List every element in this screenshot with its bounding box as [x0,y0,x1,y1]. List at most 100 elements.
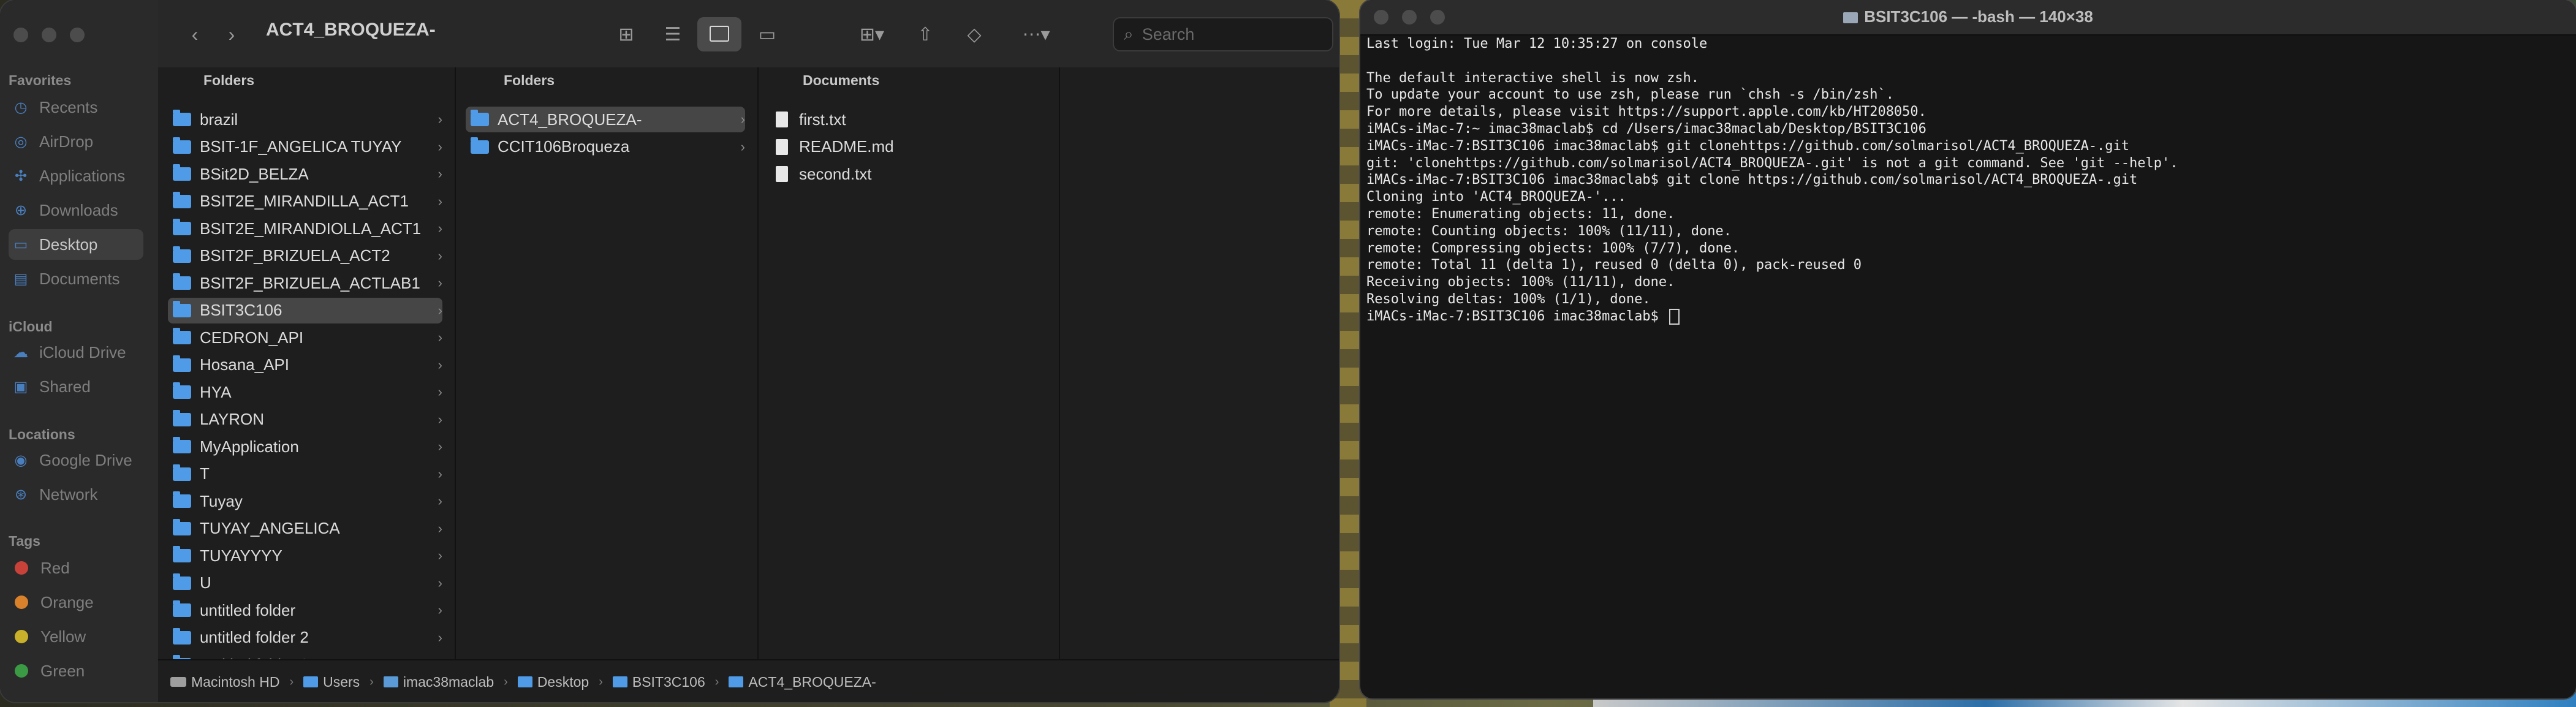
folder-row-hosana-api[interactable]: Hosana_API › [168,352,442,378]
sidebar-tag-yellow[interactable]: Yellow [9,621,143,652]
sidebar-tag-orange[interactable]: Orange [9,587,143,618]
folder-row-untitled-folder[interactable]: untitled folder › [168,597,442,623]
drive-icon: ◉ [14,452,28,469]
path-item-home[interactable]: imac38maclab [383,674,494,690]
documents-column: Documents first.txt README.md second.txt [759,67,1060,659]
folder-row-layron[interactable]: LAYRON › [168,407,442,433]
list-view-icon[interactable]: ☰ [659,21,686,48]
terminal-output[interactable]: Last login: Tue Mar 12 10:35:27 on conso… [1366,36,2570,325]
folder-row-tuyay[interactable]: Tuyay › [168,488,442,514]
folder-row-tuyayyyy[interactable]: TUYAYYYY › [168,543,442,569]
folder-row-act4-broqueza[interactable]: ACT4_BROQUEZA- › [466,107,745,132]
sidebar-item-network[interactable]: ⊛ Network [9,479,143,510]
folder-row-bsit2e-mirandiolla-act1[interactable]: BSIT2E_MIRANDIOLLA_ACT1 › [168,216,442,241]
column-view-button[interactable] [697,17,741,51]
folder-row-ccit106broqueza[interactable]: CCIT106Broqueza › [466,134,745,160]
orange-tag-icon [15,595,28,609]
file-row-first-txt[interactable]: first.txt [768,107,1047,132]
sidebar-tag-red[interactable]: Red [9,553,143,583]
folder-icon [173,600,191,617]
clock-icon: ◷ [14,99,28,116]
folder-row-tuyay-angelica[interactable]: TUYAY_ANGELICA › [168,516,442,542]
column-header: Documents [803,72,880,88]
document-icon [776,138,788,155]
more-actions-icon[interactable]: ⋯▾ [1015,21,1058,48]
chevron-right-icon: › [438,138,442,154]
forward-icon[interactable]: › [219,21,244,48]
back-icon[interactable]: ‹ [183,21,207,48]
hard-drive-icon [170,677,186,687]
folder-row-myapplication[interactable]: MyApplication › [168,434,442,459]
folder-icon [173,246,191,263]
sidebar-header-locations: Locations [9,426,75,442]
zoom-button[interactable] [70,28,85,42]
chevron-right-icon: › [438,575,442,591]
row-label: untitled folder [200,600,296,619]
home-folder-icon [383,676,398,687]
file-row-second-txt[interactable]: second.txt [768,161,1047,187]
tag-icon[interactable]: ◇ [961,21,988,48]
path-separator-icon: › [599,675,603,689]
terminal-line: remote: Total 11 (delta 1), reused 0 (de… [1366,257,1862,273]
terminal-line: git: 'clonehttps://github.com/solmarisol… [1366,155,2178,171]
sidebar-item-recents[interactable]: ◷ Recents [9,92,143,123]
minimize-button[interactable] [42,28,56,42]
sidebar-item-documents[interactable]: ▤ Documents [9,263,143,294]
icon-view-icon[interactable]: ⊞ [613,21,640,48]
sidebar-item-google-drive[interactable]: ◉ Google Drive [9,445,143,475]
row-label: U [200,573,211,592]
sidebar-item-icloud-drive[interactable]: ☁ iCloud Drive [9,337,143,368]
search-icon: ⌕ [1124,24,1134,43]
folder-icon [471,110,489,126]
terminal-prompt-line: iMACs-iMac-7:BSIT3C106 imac38maclab$ [1366,308,2570,325]
chevron-right-icon: › [438,166,442,181]
chevron-right-icon: › [438,439,442,454]
close-button[interactable] [13,28,28,42]
window-title: ACT4_BROQUEZA- [266,20,436,40]
sidebar-tag-green[interactable]: Green [9,656,143,686]
share-icon[interactable]: ⇧ [912,21,939,48]
folder-icon [471,137,489,154]
group-by-icon[interactable]: ⊞▾ [850,21,893,48]
folder-row-untitled-folder-2[interactable]: untitled folder 2 › [168,625,442,651]
folder-row-bsit-1f-angelica-tuyay[interactable]: BSIT-1F_ANGELICA TUYAY › [168,134,442,160]
sidebar-item-airdrop[interactable]: ◎ AirDrop [9,126,143,157]
path-item-bsit3c106[interactable]: BSIT3C106 [612,674,705,690]
path-item-desktop[interactable]: Desktop [517,674,589,690]
document-icon [776,112,788,127]
path-separator-icon: › [504,675,508,689]
path-item-users[interactable]: Users [303,674,360,690]
row-label: BSIT2F_BRIZUELA_ACT2 [200,246,390,265]
folder-row-hya[interactable]: HYA › [168,379,442,405]
folder-row-t[interactable]: T › [168,461,442,487]
download-icon: ⊕ [14,202,28,219]
row-label: BSIT-1F_ANGELICA TUYAY [200,137,402,156]
sidebar-item-desktop[interactable]: ▭ Desktop [9,229,143,260]
folder-icon [173,300,191,317]
sidebar-item-applications[interactable]: ✣ Applications [9,161,143,191]
finder-toolbar: ‹ › ACT4_BROQUEZA- ⊞ ☰ ▭ ⊞▾ ⇧ ◇ ⋯▾ ⌕ Sea… [158,0,1339,69]
row-label: TUYAY_ANGELICA [200,519,340,537]
red-tag-icon [15,561,28,575]
sidebar-item-downloads[interactable]: ⊕ Downloads [9,195,143,225]
folder-row-u[interactable]: U › [168,570,442,596]
folder-row-cedron-api[interactable]: CEDRON_API › [168,325,442,350]
sidebar-item-shared[interactable]: ▣ Shared [9,371,143,402]
gallery-view-icon[interactable]: ▭ [754,21,781,48]
folder-row-untitled-folder-3[interactable]: untitled folder 3› [168,652,442,659]
search-field[interactable]: ⌕ Search [1113,17,1333,51]
text-cursor [1669,308,1680,325]
folder-row-bsit2e-mirandilla-act1[interactable]: BSIT2E_MIRANDILLA_ACT1 › [168,189,442,214]
path-item-act4-broqueza[interactable]: ACT4_BROQUEZA- [729,674,876,690]
folder-row-bsit2d-belza[interactable]: BSit2D_BELZA › [168,161,442,187]
terminal-line: Last login: Tue Mar 12 10:35:27 on conso… [1366,36,1708,51]
path-item-macintosh-hd[interactable]: Macintosh HD [170,674,279,690]
finder-sidebar: Favorites ◷ Recents ◎ AirDrop ✣ Application… [0,0,158,702]
folder-row-bsit2f-brizuela-actlab1[interactable]: BSIT2F_BRIZUELA_ACTLAB1 › [168,270,442,296]
file-row-readme-md[interactable]: README.md [768,134,1047,160]
folder-row-bsit3c106[interactable]: BSIT3C106 › [168,297,442,323]
terminal-line: To update your account to use zsh, pleas… [1366,87,1894,103]
row-label: LAYRON [200,410,264,428]
folder-row-brazil[interactable]: brazil › [168,107,442,132]
folder-row-bsit2f-brizuela-act2[interactable]: BSIT2F_BRIZUELA_ACT2 › [168,243,442,269]
